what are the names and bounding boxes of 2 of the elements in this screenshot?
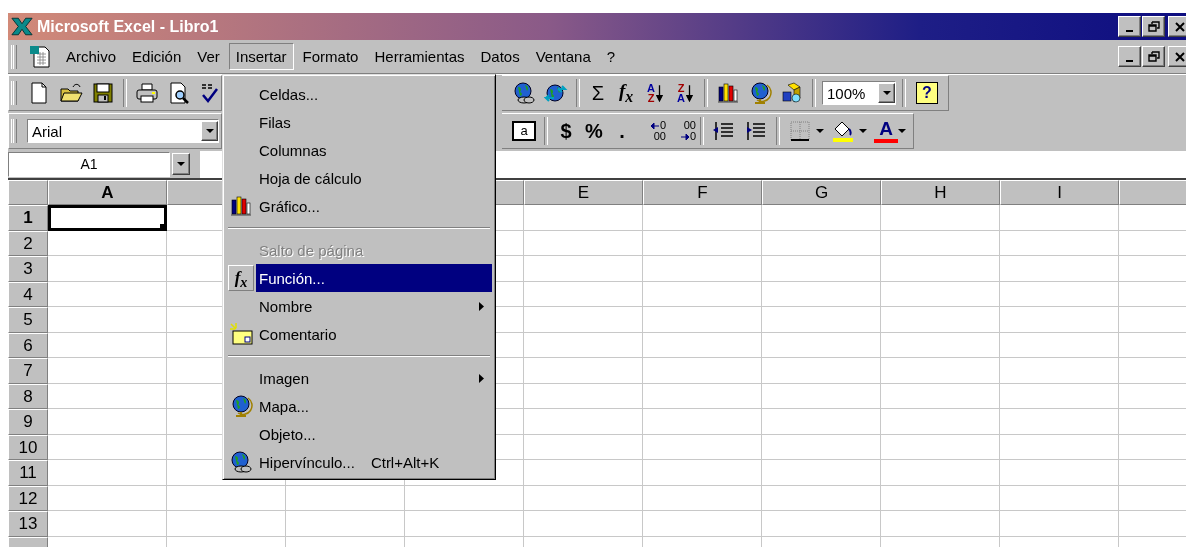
window-title: Microsoft Excel - Libro1 — [37, 17, 219, 36]
function-icon: f$_{x}$ — [228, 265, 254, 291]
